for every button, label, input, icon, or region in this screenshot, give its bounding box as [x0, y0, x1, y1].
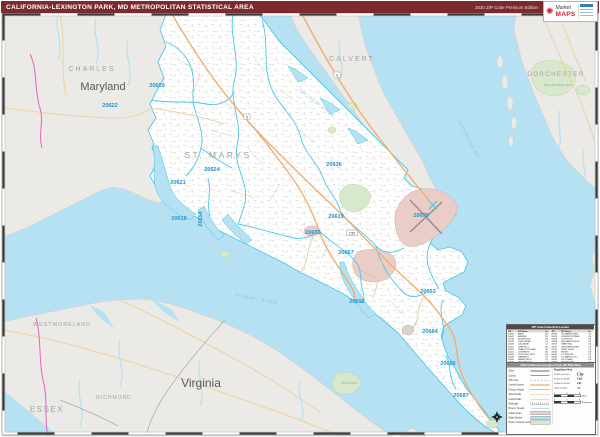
map-title: CALIFORNIA-LEXINGTON PARK, MD METROPOLIT… [6, 3, 254, 11]
county-label: DORCHESTER [527, 71, 584, 78]
road-shield: 235 [346, 229, 358, 236]
county-label: ST. MARYS [184, 150, 251, 160]
map-poster: { "banner": { "title": "CALIFORNIA-LEXIN… [0, 0, 600, 437]
title-banner: CALIFORNIA-LEXINGTON PARK, MD METROPOLIT… [1, 1, 599, 13]
logo-star-icon: ✺ [546, 6, 554, 16]
zip-code-label: 20656 [198, 211, 204, 227]
county-label: ESSEX [30, 405, 64, 414]
scale-bar: 0 4 8 Kilometers [553, 399, 593, 404]
logo-fineprint [577, 4, 594, 19]
edition-label: 2020 ZIP Code Premium Edition [475, 4, 538, 10]
zip-code-label: 20686 [440, 361, 456, 367]
county-label: RICHMOND [96, 395, 132, 401]
zip-code-label: 20653 [420, 289, 436, 295]
hooper-island [496, 55, 504, 69]
zip-code-label: 20624 [204, 167, 220, 173]
hooper-island [506, 95, 514, 111]
road-shield-number: 4 [336, 73, 338, 77]
zip-code-label: 20670 [413, 213, 429, 219]
population-key-row: Under 10,000 City [553, 386, 581, 390]
hooper-island [508, 135, 514, 147]
logo-name-bottom: MAPS [555, 10, 576, 18]
road-shield-number: 235 [349, 231, 355, 235]
publisher-logo: ✺ Market MAPS [543, 1, 598, 22]
park-label: STATE PARK [341, 381, 357, 385]
park-label: WILDLIFE MGMT AREA [544, 83, 572, 87]
legend-panel: 2020 California-Lexington Park, MD MSA M… [506, 362, 596, 435]
county-label: WESTMORELAND [33, 322, 91, 328]
legend-item: Parks / Federal Lands [509, 420, 552, 425]
zip-code-label: 20687 [453, 393, 469, 399]
zip-code-label: 20684 [422, 329, 438, 335]
county-label: CALVERT [329, 56, 375, 63]
state-label: Maryland [80, 81, 125, 93]
zip-index-column: ZIP ZIP Name Gr 20606 ABELL B3 20609 AVENUE B3 20… [508, 330, 550, 363]
road-shield-number: 5 [246, 115, 248, 119]
zip-index-panel: ZIP Code Index/Grid Locator ZIP ZIP Name G… [506, 324, 596, 364]
hooper-island [511, 116, 517, 130]
road-shield: 4 [333, 71, 341, 78]
zip-code-label: 20618 [171, 216, 187, 222]
state-label: Virginia [181, 376, 221, 390]
county-label: CHARLES [68, 66, 115, 73]
zip-code-label: 20692 [349, 299, 365, 305]
road-shield: 5 [243, 113, 251, 120]
zip-code-label: 20622 [102, 103, 118, 109]
zip-code-label: 20667 [338, 250, 354, 256]
zip-code-label: 20636 [326, 162, 342, 168]
zip-code-label: 20621 [170, 180, 186, 186]
zip-code-label: 20650 [305, 230, 321, 236]
zip-code-label: 20619 [328, 214, 344, 220]
scale-bar: 0 4 8 Miles [553, 392, 588, 397]
zip-code-label: 20659 [149, 83, 165, 89]
hooper-island [501, 74, 509, 90]
zip-index-column: ZIP ZIP Name Gr 20650 LEONARDTOWN C3 20653 LEXI… [551, 330, 593, 363]
